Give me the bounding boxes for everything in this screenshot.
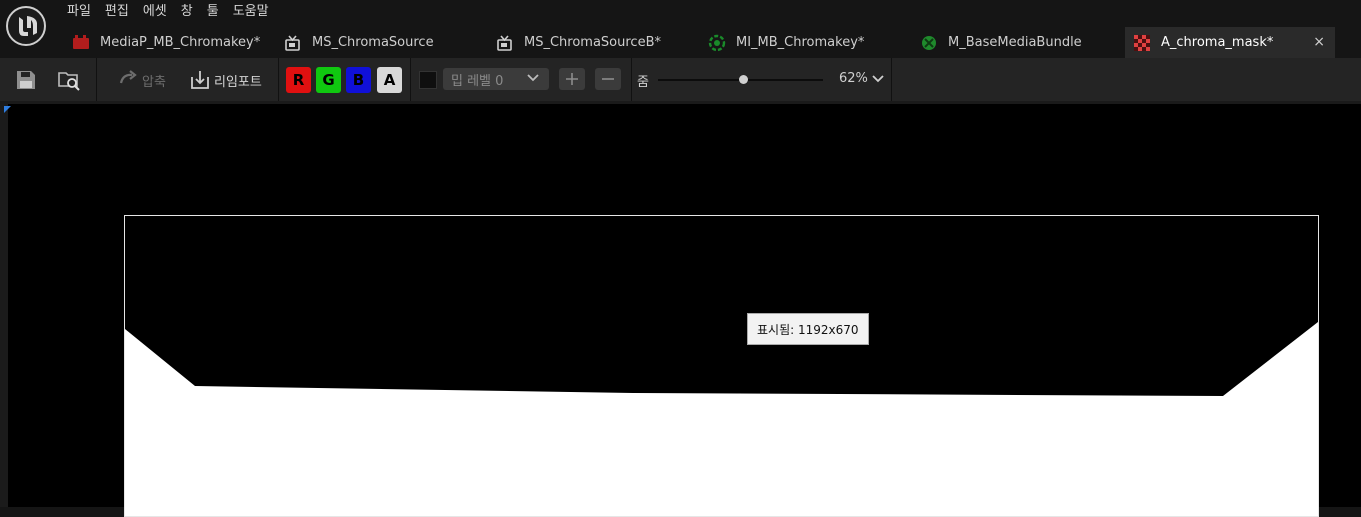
- viewport-side-bar: [0, 104, 8, 507]
- mip-level-label: 밉 레벨 0: [451, 73, 504, 89]
- unreal-logo-icon[interactable]: [6, 6, 46, 46]
- menu-asset[interactable]: 에셋: [136, 2, 174, 22]
- save-button[interactable]: [15, 67, 37, 93]
- menu-tools[interactable]: 툴: [200, 2, 226, 22]
- reimport-label: 리임포트: [214, 74, 262, 90]
- chroma-mask-image: [125, 322, 1318, 516]
- close-icon[interactable]: ×: [1313, 34, 1325, 50]
- toolbar-divider: [410, 58, 411, 101]
- compress-button[interactable]: 압축: [117, 67, 166, 93]
- tab-m-basemediabundle[interactable]: M_BaseMediaBundle: [920, 27, 1082, 58]
- zoom-value: 62%: [839, 71, 868, 86]
- toolbar-divider: [891, 58, 892, 101]
- display-size-tooltip: 표시됨: 1192x670: [747, 313, 869, 345]
- reimport-icon: [191, 71, 209, 89]
- menu-edit[interactable]: 편집: [98, 2, 136, 22]
- menu-window[interactable]: 창: [174, 2, 200, 22]
- plus-icon: [566, 73, 578, 85]
- minus-icon: [602, 78, 614, 80]
- mip-increase-button[interactable]: [559, 68, 585, 90]
- channel-a-toggle[interactable]: A: [377, 67, 402, 93]
- compress-label: 압축: [142, 74, 166, 90]
- channel-g-toggle[interactable]: G: [316, 67, 341, 93]
- material-icon: [920, 34, 938, 52]
- toolbar-divider: [278, 58, 279, 101]
- compress-icon: [119, 70, 137, 84]
- mip-decrease-button[interactable]: [595, 68, 621, 90]
- tab-ms-chromasourceb[interactable]: MS_ChromaSourceB*: [496, 27, 661, 58]
- tab-label: M_BaseMediaBundle: [948, 35, 1082, 50]
- tab-a-chroma-mask[interactable]: A_chroma_mask* ×: [1125, 27, 1335, 58]
- texture-preview: [124, 215, 1319, 517]
- tab-mi-mb-chromakey[interactable]: MI_MB_Chromakey*: [708, 27, 864, 58]
- tab-label: MS_ChromaSource: [312, 35, 434, 50]
- save-icon: [17, 71, 35, 89]
- chevron-down-icon: [527, 74, 539, 82]
- mip-level-dropdown[interactable]: 밉 레벨 0: [443, 68, 549, 90]
- main-menu: 파일 편집 에셋 창 툴 도움말: [60, 2, 276, 22]
- viewport-options-icon[interactable]: [4, 106, 11, 113]
- media-source-icon: [496, 34, 514, 52]
- tab-label: MI_MB_Chromakey*: [736, 35, 865, 50]
- menu-help[interactable]: 도움말: [226, 2, 276, 22]
- media-source-icon: [284, 34, 302, 52]
- zoom-dropdown[interactable]: 62%: [839, 71, 884, 86]
- tab-label: MediaP_MB_Chromakey*: [100, 35, 261, 50]
- tab-mediap-mb-chromakey[interactable]: MediaP_MB_Chromakey*: [72, 27, 260, 58]
- reimport-button[interactable]: 리임포트: [189, 67, 262, 93]
- material-instance-icon: [708, 34, 726, 52]
- chevron-down-icon: [872, 74, 884, 82]
- tab-ms-chromasource[interactable]: MS_ChromaSource: [284, 27, 434, 58]
- menu-file[interactable]: 파일: [60, 2, 98, 22]
- media-player-icon: [72, 34, 90, 52]
- toolbar-divider: [96, 58, 97, 101]
- tab-label: A_chroma_mask*: [1161, 35, 1274, 50]
- folder-search-icon: [58, 72, 80, 91]
- texture-icon: [1133, 34, 1151, 52]
- tab-label: MS_ChromaSourceB*: [524, 35, 661, 50]
- channel-r-toggle[interactable]: R: [286, 67, 311, 93]
- toolbar-divider: [631, 58, 632, 101]
- mip-level-checkbox[interactable]: [419, 71, 437, 89]
- browse-asset-button[interactable]: [58, 67, 82, 93]
- channel-b-toggle[interactable]: B: [346, 67, 371, 93]
- zoom-label: 줌: [637, 75, 649, 90]
